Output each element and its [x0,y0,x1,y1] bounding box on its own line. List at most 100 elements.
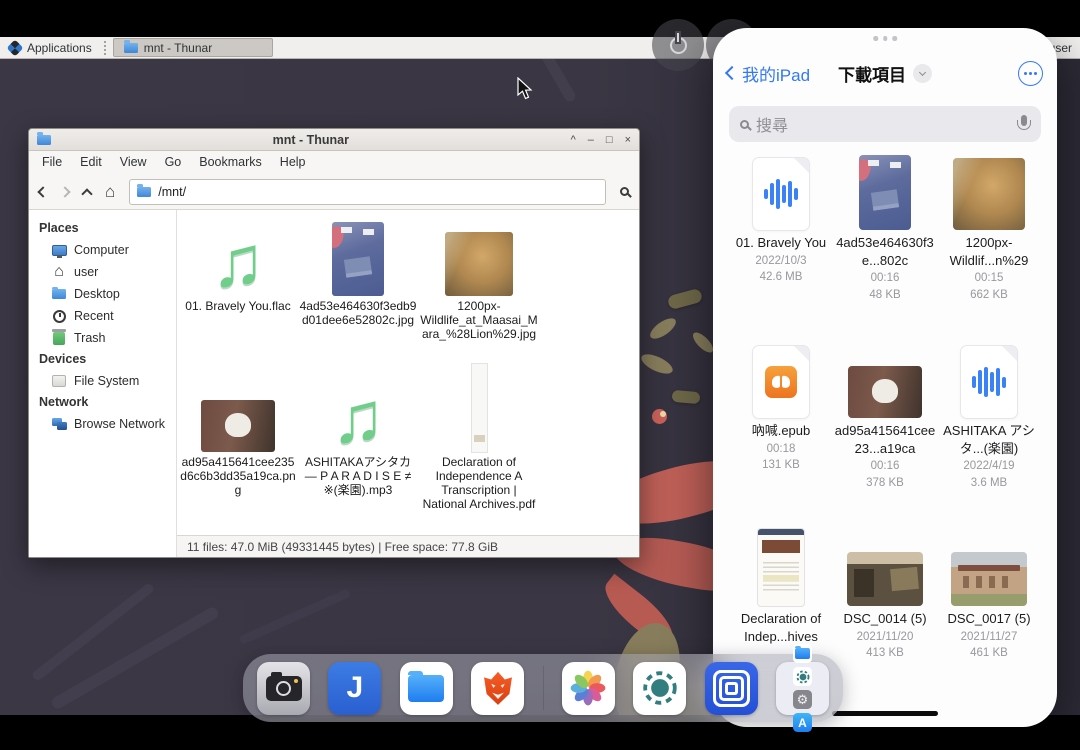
thunar-titlebar[interactable]: mnt - Thunar ^ – □ × [29,129,639,151]
file-item[interactable]: ♫ ASHITAKAアシタカ — P A R A D I S E ≠ ※(楽園)… [299,360,417,497]
j-note-app-icon[interactable]: J [328,661,382,715]
sidebar-item-trash[interactable]: Trash [29,327,176,349]
mouse-cursor [517,76,534,106]
home-button[interactable]: ⌂ [105,183,115,200]
file-item[interactable]: DSC_0014 (5) 2021/11/20 413 KB [833,522,937,661]
path-text: /mnt/ [158,184,187,199]
menu-file[interactable]: File [33,151,71,174]
ipad-dock: J ⚙ A [243,644,843,732]
search-placeholder: 搜尋 [756,118,789,135]
desktop-art-fern [49,605,221,711]
brave-browser-icon[interactable] [471,661,525,715]
menu-go[interactable]: Go [156,151,191,174]
desktop-art-leaf [671,389,701,405]
file-item[interactable]: DSC_0017 (5) 2021/11/27 461 KB [937,522,1041,661]
path-input[interactable]: /mnt/ [129,178,606,205]
file-item[interactable]: 4ad53e464630f3edb9d01dee6e52802c.jpg [299,212,417,327]
status-text: 11 files: 47.0 MiB (49331445 bytes) | Fr… [187,539,499,554]
dashed-circle-icon [643,671,677,705]
audio-file-icon [753,158,809,230]
photos-app-icon[interactable] [561,661,615,715]
thunar-file-grid: ♫ 01. Bravely You.flac 4ad53e464630f3edb… [177,210,639,535]
image-thumbnail [951,552,1027,606]
file-item[interactable]: 4ad53e464630f3e...802c 00:16 48 KB [833,146,937,303]
more-options-button[interactable] [1018,60,1043,86]
forward-button[interactable] [59,185,71,198]
trash-icon [51,329,67,346]
sidebar-item-recent[interactable]: Recent [29,305,176,327]
file-item[interactable]: ad95a415641cee235d6c6b3dd35a19ca.png [179,360,297,497]
shade-button[interactable]: ^ [571,134,576,146]
back-button[interactable]: 我的iPad [724,61,810,86]
file-item[interactable]: 1200px-Wildlife_at_Maasai_Mara_%28Lion%2… [420,212,538,341]
home-icon: ⌂ [54,263,64,280]
power-button[interactable] [652,19,704,71]
file-item[interactable]: ad95a415641cee23...a19ca 00:16 378 KB [833,334,937,491]
places-header: Places [39,221,79,235]
title-dropdown-button[interactable] [913,63,932,83]
minimize-button[interactable]: – [588,134,594,146]
menu-help[interactable]: Help [271,151,315,174]
network-icon [51,416,67,432]
chevron-down-icon [918,68,927,76]
back-button[interactable] [37,185,49,198]
mini-dashed-circle-icon [793,667,812,686]
camera-app-icon[interactable] [257,661,310,715]
folder-icon [123,40,138,53]
power-icon [669,32,687,54]
sidebar-item-browse-network[interactable]: Browse Network [29,413,176,435]
desktop-art-fern [238,587,352,646]
search-button[interactable] [620,187,629,196]
photos-flower-icon [571,670,606,706]
thunar-toolbar: ⌂ /mnt/ [29,174,639,210]
menu-view[interactable]: View [111,151,156,174]
menu-edit[interactable]: Edit [71,151,111,174]
file-item[interactable]: Declaration of Indep...hives [729,522,833,649]
search-field[interactable]: 搜尋 [729,106,1041,142]
applications-menu-label: Applications [27,40,92,55]
sidebar-item-user[interactable]: ⌂ user [29,261,176,283]
desktop-art-fern [30,581,156,683]
image-thumbnail [847,552,923,606]
thunar-menubar: File Edit View Go Bookmarks Help [29,151,639,174]
desktop-art-leaf [638,350,676,378]
file-item[interactable]: ASHITAKA アシタ...(楽園) 2022/4/19 3.6 MB [937,334,1041,491]
sidebar-item-desktop[interactable]: Desktop [29,283,176,305]
concentric-squares-app-icon[interactable] [704,661,758,715]
panel-handle [103,40,108,55]
file-item[interactable]: 吶喊.epub 00:18 131 KB [729,334,833,473]
sidebar-item-file-system[interactable]: File System [29,370,176,392]
image-thumbnail [445,232,513,296]
file-item[interactable]: Declaration of Independence A Transcript… [420,360,538,512]
mini-settings-icon: ⚙ [793,690,812,709]
folder-title: 下載項目 [838,65,906,85]
music-note-icon: ♫ [211,221,265,302]
drive-icon [51,373,67,389]
files-app-icon[interactable] [399,661,453,715]
file-item[interactable]: ♫ 01. Bravely You.flac [179,212,297,313]
dashed-circle-app-icon[interactable] [633,661,687,715]
maximize-button[interactable]: □ [606,134,613,146]
microphone-icon[interactable] [1017,114,1031,134]
window-title: mnt - Thunar [272,132,349,147]
sidebar-item-computer[interactable]: Computer [29,239,176,261]
devices-header: Devices [39,352,87,366]
image-thumbnail [848,366,922,418]
folder-icon [51,286,67,302]
epub-file-icon [753,346,809,418]
file-item[interactable]: 01. Bravely You 2022/10/3 42.6 MB [729,146,833,285]
app-folder-icon[interactable]: ⚙ A [776,644,829,732]
menu-bookmarks[interactable]: Bookmarks [190,151,271,174]
chevron-left-icon [724,65,740,81]
applications-menu-button[interactable]: Applications [0,37,101,58]
file-item[interactable]: 1200px-Wildlif...n%29 00:15 662 KB [937,146,1041,303]
slideover-handle[interactable] [873,36,897,41]
home-indicator[interactable] [832,711,938,716]
desktop-art-berry-highlight [660,411,666,417]
up-button[interactable] [81,186,93,200]
taskbar-window-button[interactable]: mnt - Thunar [112,38,273,57]
thunar-statusbar: 11 files: 47.0 MiB (49331445 bytes) | Fr… [177,535,639,557]
image-thumbnail [201,400,275,452]
close-button[interactable]: × [625,134,631,146]
thunar-window: mnt - Thunar ^ – □ × File Edit View Go B… [28,128,640,558]
